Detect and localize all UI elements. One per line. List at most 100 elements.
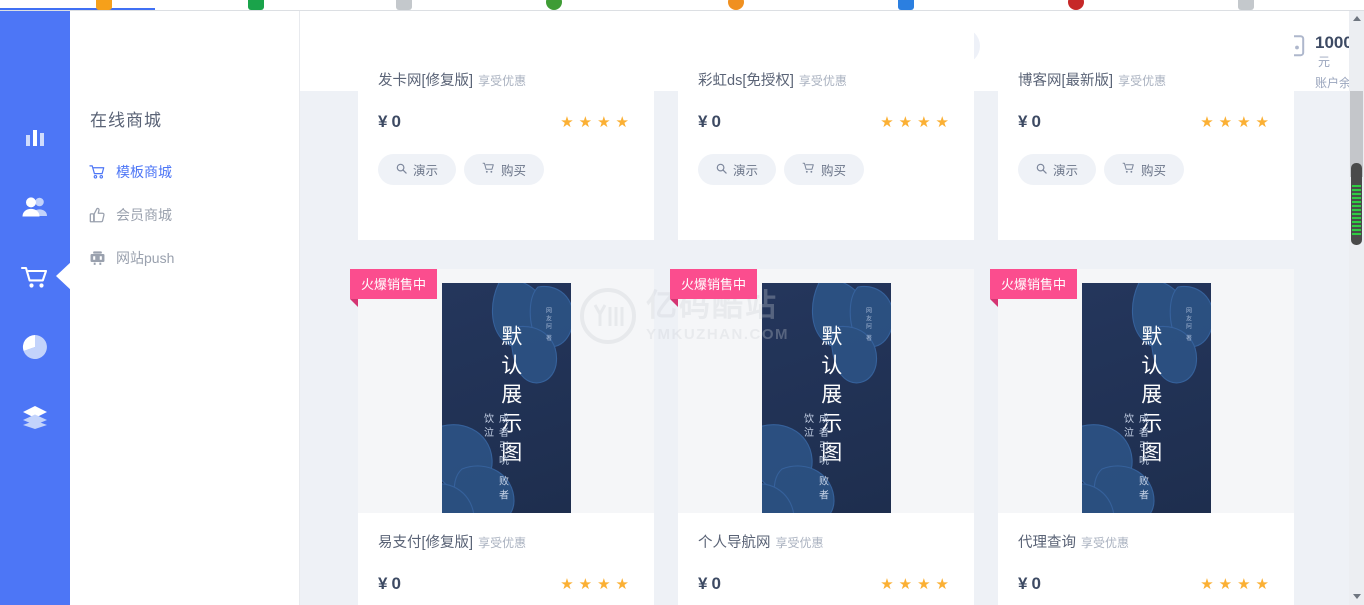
hot-sale-badge: 火爆销售中 [990, 269, 1078, 307]
product-promo-label: 享受优惠 [478, 74, 527, 88]
product-card-body: 代理查询 享受优惠 ¥0 ★★★★ [998, 513, 1294, 605]
product-title-row: 代理查询 享受优惠 [1018, 531, 1274, 552]
bookmark-favicon[interactable] [396, 0, 412, 10]
demo-button-label: 演示 [413, 164, 439, 178]
sidebar-item-label: 会员商城 [116, 207, 172, 223]
layers-icon [21, 404, 49, 430]
buy-button[interactable]: 购买 [464, 154, 545, 185]
bookmark-favicon[interactable] [1068, 0, 1084, 10]
product-title-row: 发卡网[修复版] 享受优惠 [378, 69, 634, 90]
sidebar-item-label: 模板商城 [116, 164, 172, 180]
product-card[interactable]: 发卡网[修复版] 享受优惠 ¥0 ★★★★ 演示 购买 [358, 11, 654, 240]
demo-button[interactable]: 演示 [378, 154, 457, 185]
buy-button[interactable]: 购买 [784, 154, 865, 185]
thumbs-up-icon [88, 206, 106, 224]
rail-item-users[interactable] [0, 183, 70, 231]
hot-sale-badge: 火爆销售中 [670, 269, 758, 307]
bookmark-favicon[interactable] [546, 0, 562, 10]
product-price: ¥0 [1018, 112, 1041, 132]
rating-stars: ★★★★ [560, 114, 634, 131]
bookmark-favicon[interactable] [728, 0, 744, 10]
product-actions: 演示 购买 [698, 154, 954, 185]
demo-button[interactable]: 演示 [1018, 154, 1097, 185]
product-title: 个人导航网 [698, 535, 771, 551]
magnifier-icon [1036, 163, 1047, 177]
product-card[interactable]: 火爆销售中 [350, 269, 654, 605]
demo-button[interactable]: 演示 [698, 154, 777, 185]
app-root: 在线商城 模板商城 会员商城 网站push search 1000 元 账户余 … [0, 0, 1364, 605]
rating-stars: ★★★★ [1200, 114, 1274, 131]
product-title-row: 彩虹ds[免授权] 享受优惠 [698, 69, 954, 90]
wallet-amount: 10000.00 [1315, 33, 1349, 52]
rail-item-pie-chart[interactable] [0, 323, 70, 371]
hot-sale-badge: 火爆销售中 [350, 269, 438, 307]
ribbon-fold [990, 299, 998, 307]
product-card[interactable]: 火爆销售中 [670, 269, 974, 605]
buy-button-label: 购买 [501, 164, 527, 178]
magnifier-icon [396, 163, 407, 177]
product-price-row: ¥0 ★★★★ [698, 574, 954, 594]
product-card-body: 发卡网[修复版] 享受优惠 ¥0 ★★★★ 演示 购买 [358, 11, 654, 185]
price-value: 0 [711, 574, 721, 593]
product-promo-label: 享受优惠 [798, 74, 847, 88]
product-price: ¥0 [378, 112, 401, 132]
sidebar: 在线商城 模板商城 会员商城 网站push [70, 11, 300, 605]
book-cover-subtitle: 成者引吭 败者饮泣 [801, 413, 828, 504]
currency-symbol: ¥ [698, 112, 708, 131]
browser-scrollbar-thumb[interactable] [1351, 163, 1362, 245]
buy-button-label: 购买 [1141, 164, 1167, 178]
demo-button-label: 演示 [1053, 164, 1079, 178]
product-price-row: ¥0 ★★★★ [1018, 112, 1274, 132]
product-price: ¥0 [698, 574, 721, 594]
product-promo-label: 享受优惠 [478, 536, 527, 550]
scroll-down-arrow-icon[interactable] [1353, 594, 1361, 599]
product-promo-label: 享受优惠 [1118, 74, 1167, 88]
product-title: 易支付[修复版] [378, 535, 474, 551]
users-icon [21, 194, 49, 220]
ribbon-fold [670, 299, 678, 307]
rating-stars: ★★★★ [880, 114, 954, 131]
product-card-body: 博客网[最新版] 享受优惠 ¥0 ★★★★ 演示 购买 [998, 11, 1294, 185]
scroll-up-arrow-icon[interactable] [1353, 16, 1361, 21]
product-card[interactable]: 博客网[最新版] 享受优惠 ¥0 ★★★★ 演示 购买 [998, 11, 1294, 240]
currency-symbol: ¥ [378, 112, 388, 131]
rating-stars: ★★★★ [880, 576, 954, 593]
buy-button[interactable]: 购买 [1104, 154, 1185, 185]
price-value: 0 [391, 574, 401, 593]
cart-icon [482, 162, 495, 177]
cart-icon [88, 163, 106, 181]
cart-icon [1122, 162, 1135, 177]
currency-symbol: ¥ [378, 574, 388, 593]
product-title-row: 博客网[最新版] 享受优惠 [1018, 69, 1274, 90]
sidebar-item-template-mall[interactable]: 模板商城 [88, 162, 172, 182]
product-price-row: ¥0 ★★★★ [1018, 574, 1274, 594]
page-scrollbar[interactable] [1349, 11, 1364, 605]
ribbon-fold [350, 299, 358, 307]
bookmark-favicon[interactable] [898, 0, 914, 10]
magnifier-icon [716, 163, 727, 177]
bookmark-favicon[interactable] [96, 0, 112, 10]
sidebar-title: 在线商城 [90, 111, 162, 130]
book-cover-image: 网友阿 著 默认展示图 成者引吭 败者饮泣 [441, 283, 571, 513]
cart-icon [802, 162, 815, 177]
bookmark-favicon[interactable] [248, 0, 264, 10]
cart-icon [20, 264, 50, 290]
bar-chart-icon [22, 124, 48, 150]
product-title: 发卡网[修复版] [378, 73, 474, 89]
rail-item-bar-chart[interactable] [0, 113, 70, 161]
product-card[interactable]: 彩虹ds[免授权] 享受优惠 ¥0 ★★★★ 演示 购买 [678, 11, 974, 240]
product-card-body: 易支付[修复版] 享受优惠 ¥0 ★★★★ [358, 513, 654, 605]
pie-chart-icon [21, 333, 49, 361]
price-value: 0 [1031, 574, 1041, 593]
currency-symbol: ¥ [698, 574, 708, 593]
book-cover-subtitle: 成者引吭 败者饮泣 [481, 413, 508, 504]
rail-item-layers[interactable] [0, 393, 70, 441]
push-icon [88, 249, 106, 267]
sidebar-item-website-push[interactable]: 网站push [88, 248, 174, 268]
bookmark-favicon[interactable] [1238, 0, 1254, 10]
hot-sale-badge-label: 火爆销售中 [990, 269, 1078, 299]
product-card[interactable]: 火爆销售中 [990, 269, 1294, 605]
sidebar-item-member-mall[interactable]: 会员商城 [88, 205, 172, 225]
currency-symbol: ¥ [1018, 112, 1028, 131]
rating-stars: ★★★★ [560, 576, 634, 593]
